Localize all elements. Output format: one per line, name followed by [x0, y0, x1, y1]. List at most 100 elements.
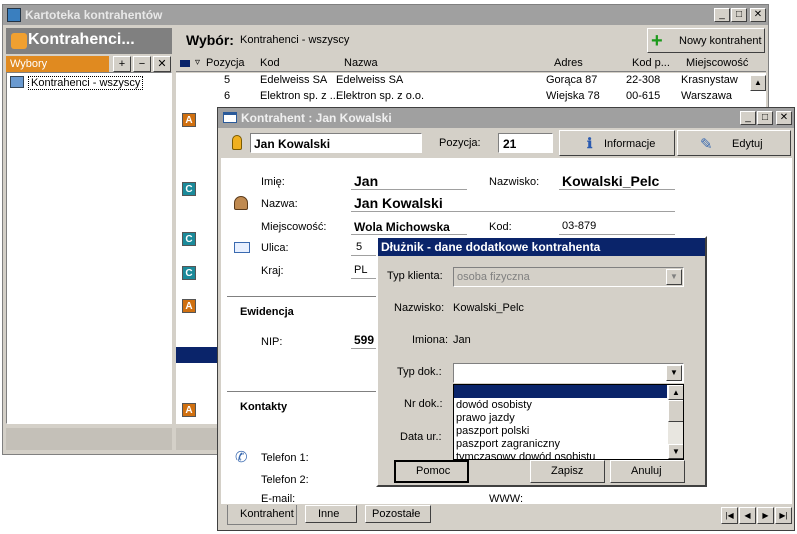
pencil-icon: ✎	[700, 136, 713, 153]
contractor-toolbar: Jan Kowalski Pozycja: 21 ℹ Informacje ✎ …	[221, 130, 792, 156]
edit-button[interactable]: ✎ Edytuj	[677, 130, 791, 156]
list-header: ▿ Pozycja Kod Nazwa Adres Kod p... Miejs…	[176, 56, 766, 72]
column-header-kod[interactable]: Kod	[260, 57, 280, 69]
last-name-field[interactable]: Kowalski_Pelc	[559, 172, 675, 190]
badge-a-icon: A	[182, 403, 196, 417]
nav-prev-button[interactable]: ◀	[739, 507, 756, 524]
add-selection-button[interactable]: +	[113, 56, 131, 72]
first-name-field[interactable]: Jan	[351, 172, 467, 190]
row-adres: Gorąca 87	[546, 74, 598, 86]
debtor-dialog: Dłużnik - dane dodatkowe kontrahenta Typ…	[376, 236, 707, 487]
position-field[interactable]: 21	[498, 133, 553, 153]
tab-inne[interactable]: Inne	[305, 505, 357, 523]
code-label: Kod:	[489, 221, 512, 233]
list-item[interactable]: paszport zagraniczny	[456, 438, 560, 450]
table-row[interactable]: 6 Elektron sp. z ... Elektron sp. z o.o.…	[176, 90, 746, 105]
selection-value: Kontrahenci - wszyscy	[240, 34, 350, 46]
column-header-miejsc[interactable]: Miejscowość	[686, 57, 748, 69]
dropdown-selected-empty[interactable]	[454, 385, 667, 398]
client-type-select[interactable]: osoba fizyczna ▼	[453, 267, 684, 287]
tab-pozostale[interactable]: Pozostałe	[365, 505, 431, 523]
save-button[interactable]: Zapisz	[530, 460, 605, 483]
row-pos: 6	[224, 90, 231, 102]
column-indicator-icon	[180, 60, 190, 67]
doc-nr-label: Nr dok.:	[404, 398, 443, 410]
badge-a-icon: A	[182, 299, 196, 313]
close-selection-button[interactable]: ✕	[153, 56, 171, 72]
scroll-down-button[interactable]: ▼	[668, 444, 683, 459]
remove-selection-button[interactable]: −	[133, 56, 151, 72]
list-item[interactable]: dowód osobisty	[456, 399, 532, 411]
nav-first-button[interactable]: |◀	[721, 507, 738, 524]
list-item[interactable]: prawo jazdy	[456, 412, 515, 424]
chevron-down-icon[interactable]: ▼	[666, 269, 682, 285]
row-nazwa: Edelweiss SA	[336, 74, 404, 86]
street-value: 5	[356, 241, 363, 253]
street-label: Ulica:	[261, 242, 289, 254]
row-nazwa: Elektron sp. z o.o.	[336, 90, 425, 102]
list-item[interactable]: paszport polski	[456, 425, 529, 437]
envelope-icon	[234, 242, 250, 253]
scroll-up-button[interactable]: ▲	[668, 385, 683, 400]
edit-label: Edytuj	[732, 138, 763, 150]
scroll-up-button[interactable]: ▲	[750, 75, 766, 91]
column-header-pos[interactable]: Pozycja	[206, 57, 245, 69]
debtor-last-name-value: Kowalski_Pelc	[453, 302, 524, 314]
sidebar-section-label: Wybory	[6, 56, 109, 72]
info-button[interactable]: ℹ Informacje	[559, 130, 675, 156]
maximize-button[interactable]: □	[757, 111, 773, 125]
minimize-button[interactable]: _	[740, 111, 756, 125]
last-name-label: Nazwisko:	[489, 176, 540, 188]
city-value: Wola Michowska	[354, 220, 450, 234]
position-label: Pozycja:	[439, 137, 481, 149]
column-header-kodp[interactable]: Kod p...	[632, 57, 670, 69]
scroll-thumb[interactable]	[668, 400, 683, 422]
help-button[interactable]: Pomoc	[394, 460, 469, 483]
row-adres: Wiejska 78	[546, 90, 600, 102]
tab-pozostale-label: Pozostałe	[372, 508, 421, 520]
selected-row-highlight	[176, 347, 221, 363]
tab-kontrahent[interactable]: Kontrahent	[227, 505, 297, 525]
email-label: E-mail:	[261, 493, 296, 505]
cancel-button[interactable]: Anuluj	[610, 460, 685, 483]
close-button[interactable]: ✕	[776, 111, 792, 125]
chevron-down-icon[interactable]: ▼	[666, 365, 682, 381]
first-name-value: Jan	[354, 173, 379, 189]
code-field[interactable]: 03-879	[559, 218, 675, 235]
window-icon	[223, 112, 237, 123]
name-field[interactable]: Jan Kowalski	[351, 194, 675, 212]
sidebar-title: Kontrahenci...	[28, 31, 135, 48]
city-field[interactable]: Wola Michowska	[351, 218, 467, 235]
column-header-nazwa[interactable]: Nazwa	[344, 57, 378, 69]
doc-type-dropdown-list[interactable]: dowód osobisty prawo jazdy paszport pols…	[453, 384, 684, 460]
dropdown-scrollbar[interactable]: ▲ ▼	[668, 385, 683, 459]
nav-last-button[interactable]: ▶|	[775, 507, 792, 524]
row-miejsc: Warszawa	[681, 90, 732, 102]
maximize-button[interactable]: □	[731, 8, 747, 22]
selection-header: Wybór: Kontrahenci - wszyscy + Nowy kont…	[176, 28, 766, 54]
column-header-adres[interactable]: Adres	[554, 57, 583, 69]
contractor-name-field[interactable]: Jan Kowalski	[250, 133, 422, 153]
country-value: PL	[354, 264, 368, 276]
badge-c-icon: C	[182, 182, 196, 196]
contractors-icon	[11, 33, 27, 49]
row-pos: 5	[224, 74, 231, 86]
scrollbar-vertical[interactable]: ▲	[750, 75, 766, 95]
badge-c-icon: C	[182, 232, 196, 246]
new-contractor-label: Nowy kontrahent	[679, 35, 762, 47]
doc-type-select[interactable]: ▼	[453, 363, 684, 383]
doc-type-label: Typ dok.:	[397, 366, 442, 378]
nav-next-button[interactable]: ▶	[757, 507, 774, 524]
tree-item-all-contractors[interactable]: Kontrahenci - wszyscy	[28, 76, 144, 90]
row-kodp: 22-308	[626, 74, 661, 86]
list-item[interactable]: tymczasowy dowód osobistu	[456, 451, 595, 459]
table-row[interactable]: 5 Edelweiss SA Edelweiss SA Gorąca 87 22…	[176, 74, 746, 89]
debtor-first-names-value: Jan	[453, 334, 471, 346]
issue-date-label: Data ur.:	[400, 431, 442, 443]
new-contractor-button[interactable]: + Nowy kontrahent	[647, 28, 765, 53]
section-divider	[227, 296, 377, 297]
debtor-last-name-label: Nazwisko:	[394, 302, 445, 314]
minimize-button[interactable]: _	[714, 8, 730, 22]
close-button[interactable]: ✕	[750, 8, 766, 22]
row-kod: Elektron sp. z ...	[260, 90, 339, 102]
